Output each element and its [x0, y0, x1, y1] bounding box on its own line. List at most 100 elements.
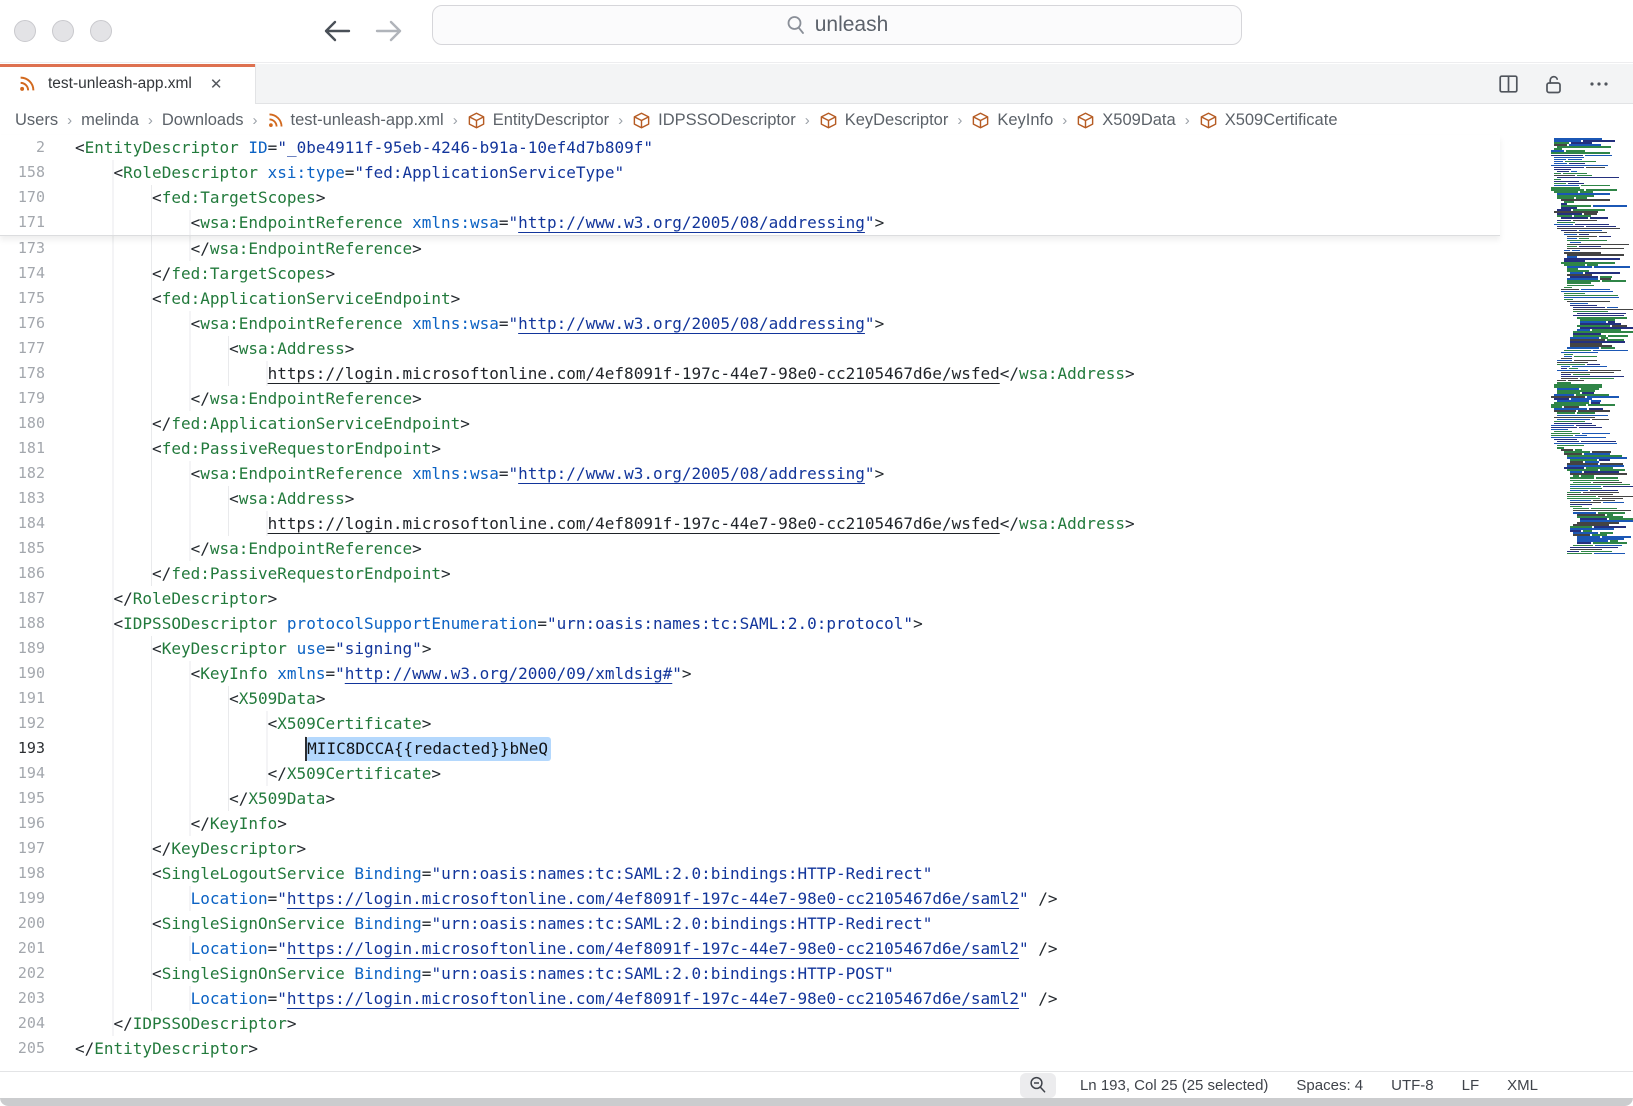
code-line[interactable]: 173</wsa:EndpointReference>	[0, 236, 1633, 261]
minimize-window-button[interactable]	[52, 20, 74, 42]
code-line[interactable]: 199Location="https://login.microsoftonli…	[0, 886, 1633, 911]
code-line[interactable]: 174</fed:TargetScopes>	[0, 261, 1633, 286]
breadcrumb-item[interactable]: X509Certificate	[1199, 111, 1338, 130]
code-line[interactable]: 188<IDPSSODescriptor protocolSupportEnum…	[0, 611, 1633, 636]
breadcrumb-item[interactable]: X509Data	[1076, 111, 1175, 130]
tab-close-button[interactable]: ✕	[210, 75, 223, 93]
split-editor-button[interactable]	[1499, 75, 1518, 93]
code-line[interactable]: 191<X509Data>	[0, 686, 1633, 711]
minimap[interactable]	[1503, 138, 1633, 558]
code-editor[interactable]: 2<EntityDescriptor ID="_0be4911f-95eb-42…	[0, 135, 1633, 1071]
breadcrumb-item[interactable]: Downloads	[162, 111, 244, 130]
line-number[interactable]: 203	[0, 986, 62, 1011]
maximize-window-button[interactable]	[90, 20, 112, 42]
line-number[interactable]: 205	[0, 1036, 62, 1061]
code-line[interactable]: 158<RoleDescriptor xsi:type="fed:Applica…	[0, 160, 1500, 185]
code-line[interactable]: 205</EntityDescriptor>	[0, 1036, 1633, 1061]
line-number[interactable]: 158	[0, 160, 62, 185]
line-number[interactable]: 175	[0, 286, 62, 311]
close-window-button[interactable]	[14, 20, 36, 42]
code-line[interactable]: 178https://login.microsoftonline.com/4ef…	[0, 361, 1633, 386]
breadcrumb-item[interactable]: KeyInfo	[971, 111, 1053, 130]
unlock-button[interactable]	[1544, 74, 1563, 94]
line-number[interactable]: 183	[0, 486, 62, 511]
breadcrumb-item[interactable]: test-unleash-app.xml	[267, 111, 444, 130]
line-number[interactable]: 196	[0, 811, 62, 836]
line-number[interactable]: 173	[0, 236, 62, 261]
line-number[interactable]: 186	[0, 561, 62, 586]
line-number[interactable]: 177	[0, 336, 62, 361]
breadcrumb-item[interactable]: melinda	[81, 111, 139, 130]
line-number[interactable]: 2	[0, 135, 62, 160]
code-line[interactable]: 200<SingleSignOnService Binding="urn:oas…	[0, 911, 1633, 936]
code-line[interactable]: 184https://login.microsoftonline.com/4ef…	[0, 511, 1633, 536]
code-line[interactable]: 202<SingleSignOnService Binding="urn:oas…	[0, 961, 1633, 986]
line-number[interactable]: 189	[0, 636, 62, 661]
code-line[interactable]: 170<fed:TargetScopes>	[0, 185, 1500, 210]
code-line[interactable]: 2<EntityDescriptor ID="_0be4911f-95eb-42…	[0, 135, 1500, 160]
indentation-status[interactable]: Spaces: 4	[1296, 1077, 1363, 1094]
breadcrumb-item[interactable]: IDPSSODescriptor	[632, 111, 796, 130]
more-actions-button[interactable]	[1589, 81, 1609, 87]
line-number[interactable]: 180	[0, 411, 62, 436]
code-line[interactable]: 193MIIC8DCCA{{redacted}}bNeQ	[0, 736, 1633, 761]
line-number[interactable]: 176	[0, 311, 62, 336]
code-line[interactable]: 183<wsa:Address>	[0, 486, 1633, 511]
line-number[interactable]: 204	[0, 1011, 62, 1036]
code-line[interactable]: 185</wsa:EndpointReference>	[0, 536, 1633, 561]
code-line[interactable]: 182<wsa:EndpointReference xmlns:wsa="htt…	[0, 461, 1633, 486]
code-line[interactable]: 190<KeyInfo xmlns="http://www.w3.org/200…	[0, 661, 1633, 686]
line-number[interactable]: 182	[0, 461, 62, 486]
line-number[interactable]: 184	[0, 511, 62, 536]
line-number[interactable]: 199	[0, 886, 62, 911]
code-line[interactable]: 179</wsa:EndpointReference>	[0, 386, 1633, 411]
code-line[interactable]: 175<fed:ApplicationServiceEndpoint>	[0, 286, 1633, 311]
code-lines[interactable]: 173</wsa:EndpointReference>174</fed:Targ…	[0, 236, 1633, 1061]
line-number[interactable]: 195	[0, 786, 62, 811]
code-line[interactable]: 189<KeyDescriptor use="signing">	[0, 636, 1633, 661]
line-number[interactable]: 200	[0, 911, 62, 936]
breadcrumb-item[interactable]: EntityDescriptor	[467, 111, 609, 130]
forward-button[interactable]	[374, 16, 404, 46]
code-line[interactable]: 177<wsa:Address>	[0, 336, 1633, 361]
line-number[interactable]: 197	[0, 836, 62, 861]
code-line[interactable]: 204</IDPSSODescriptor>	[0, 1011, 1633, 1036]
line-number[interactable]: 174	[0, 261, 62, 286]
line-number[interactable]: 185	[0, 536, 62, 561]
line-number[interactable]: 188	[0, 611, 62, 636]
line-number[interactable]: 181	[0, 436, 62, 461]
code-line[interactable]: 197</KeyDescriptor>	[0, 836, 1633, 861]
code-line[interactable]: 181<fed:PassiveRequestorEndpoint>	[0, 436, 1633, 461]
zoom-out-button[interactable]	[1020, 1073, 1056, 1098]
line-number[interactable]: 202	[0, 961, 62, 986]
line-number[interactable]: 192	[0, 711, 62, 736]
code-line[interactable]: 194</X509Certificate>	[0, 761, 1633, 786]
back-button[interactable]	[322, 16, 352, 46]
line-number[interactable]: 170	[0, 185, 62, 210]
line-number[interactable]: 187	[0, 586, 62, 611]
line-number[interactable]: 191	[0, 686, 62, 711]
sticky-scroll[interactable]: 2<EntityDescriptor ID="_0be4911f-95eb-42…	[0, 135, 1500, 236]
code-line[interactable]: 201Location="https://login.microsoftonli…	[0, 936, 1633, 961]
line-number[interactable]: 194	[0, 761, 62, 786]
line-number[interactable]: 171	[0, 210, 62, 235]
breadcrumb-item[interactable]: KeyDescriptor	[819, 111, 949, 130]
encoding-status[interactable]: UTF-8	[1391, 1077, 1434, 1094]
code-line[interactable]: 192<X509Certificate>	[0, 711, 1633, 736]
tab-test-unleash-app[interactable]: test-unleash-app.xml ✕	[0, 64, 256, 104]
code-line[interactable]: 187</RoleDescriptor>	[0, 586, 1633, 611]
breadcrumb-item[interactable]: Users	[15, 111, 58, 130]
line-number[interactable]: 178	[0, 361, 62, 386]
code-line[interactable]: 186</fed:PassiveRequestorEndpoint>	[0, 561, 1633, 586]
line-number[interactable]: 198	[0, 861, 62, 886]
code-line[interactable]: 196</KeyInfo>	[0, 811, 1633, 836]
eol-status[interactable]: LF	[1462, 1077, 1480, 1094]
language-mode-status[interactable]: XML	[1507, 1077, 1538, 1094]
code-line[interactable]: 198<SingleLogoutService Binding="urn:oas…	[0, 861, 1633, 886]
cursor-position-status[interactable]: Ln 193, Col 25 (25 selected)	[1080, 1077, 1268, 1094]
search-input[interactable]: unleash	[432, 5, 1242, 45]
code-line[interactable]: 176<wsa:EndpointReference xmlns:wsa="htt…	[0, 311, 1633, 336]
line-number[interactable]: 193	[0, 736, 62, 761]
code-line[interactable]: 180</fed:ApplicationServiceEndpoint>	[0, 411, 1633, 436]
code-line[interactable]: 195</X509Data>	[0, 786, 1633, 811]
